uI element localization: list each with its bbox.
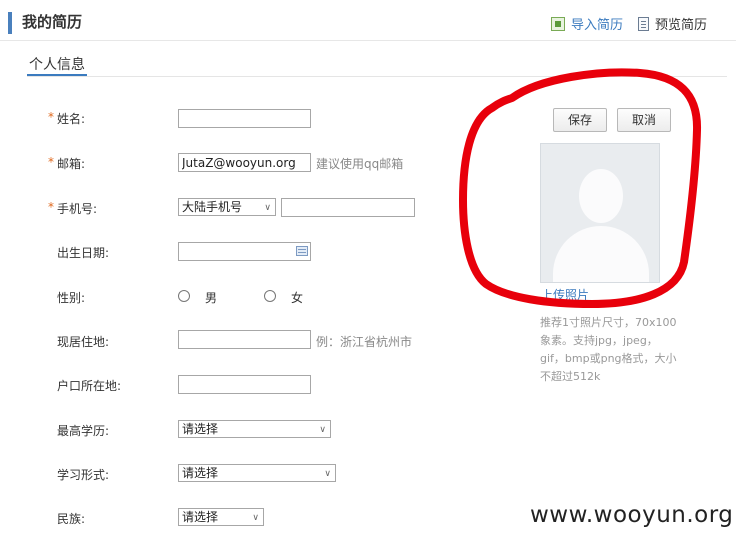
annotation-overlay — [459, 68, 702, 308]
red-annotation-circle — [459, 68, 702, 308]
watermark: www.wooyun.org — [530, 502, 734, 528]
